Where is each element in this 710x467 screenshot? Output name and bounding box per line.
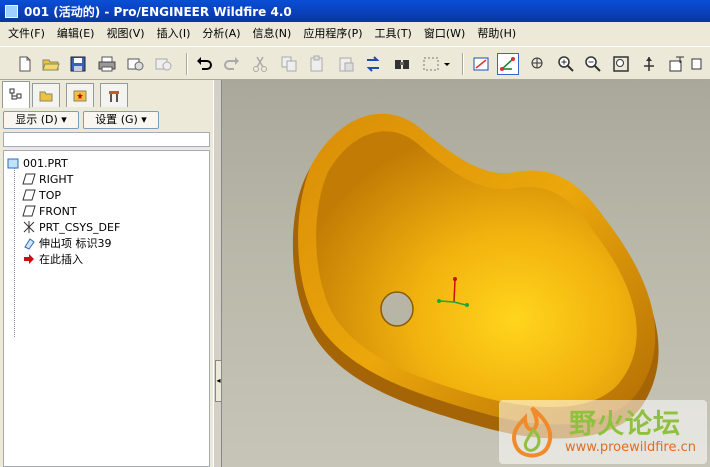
chevron-down-icon[interactable] <box>442 53 452 75</box>
menu-bar: 文件(F) 编辑(E) 视图(V) 插入(I) 分析(A) 信息(N) 应用程序… <box>0 22 710 46</box>
panel-splitter[interactable]: ◂ <box>213 80 222 467</box>
settings-dropdown-button[interactable]: 设置 (G) ▾ <box>83 111 159 129</box>
regenerate-icon[interactable] <box>362 53 384 75</box>
tab-folder-browser[interactable] <box>32 83 60 107</box>
datum-plane-icon <box>22 205 36 217</box>
coordinate-system-icon <box>23 221 35 233</box>
save-icon[interactable] <box>67 53 89 75</box>
menu-info[interactable]: 信息(N) <box>247 22 298 46</box>
menu-tools[interactable]: 工具(T) <box>369 22 418 46</box>
send-link-icon[interactable] <box>152 53 174 75</box>
app-icon <box>5 4 18 18</box>
tree-filter-bar <box>3 132 210 147</box>
datum-plane-icon <box>22 189 36 201</box>
open-folder-icon[interactable] <box>40 53 62 75</box>
model-tree: 001.PRT RIGHT TOP FRONT PRT_CSYS_DEF 伸出项… <box>3 150 210 467</box>
tree-item-right-plane[interactable]: RIGHT <box>22 171 73 187</box>
collapse-grip-icon[interactable]: ◂ <box>215 360 222 402</box>
tab-model-tree[interactable] <box>2 81 30 108</box>
orient-icon[interactable] <box>527 53 549 75</box>
copy-icon[interactable] <box>278 53 300 75</box>
menu-edit[interactable]: 编辑(E) <box>51 22 101 46</box>
title-bar: 001 (活动的) - Pro/ENGINEER Wildfire 4.0 <box>0 0 710 22</box>
settings-button-label: 设置 <box>95 113 118 126</box>
selection-box-icon[interactable] <box>420 53 442 75</box>
cut-icon[interactable] <box>249 53 271 75</box>
tree-item-extrude[interactable]: 伸出项 标识39 <box>22 235 112 251</box>
zoom-out-icon[interactable] <box>582 53 604 75</box>
part-icon <box>7 158 19 169</box>
datum-display-icon[interactable] <box>470 53 492 75</box>
window-title: 001 (活动的) - Pro/ENGINEER Wildfire 4.0 <box>24 4 292 19</box>
paste-icon[interactable] <box>306 53 328 75</box>
menu-file[interactable]: 文件(F) <box>2 22 51 46</box>
paste-special-icon[interactable] <box>335 53 357 75</box>
tab-connections[interactable] <box>100 83 128 107</box>
layers-icon[interactable] <box>690 53 704 75</box>
insert-arrow-icon <box>24 254 34 264</box>
new-file-icon[interactable] <box>14 53 36 75</box>
saved-views-icon[interactable] <box>666 53 688 75</box>
extrude-icon <box>24 238 35 250</box>
tree-item-top-plane[interactable]: TOP <box>22 187 61 203</box>
toolbar <box>0 46 710 80</box>
navigator-tabs <box>0 80 213 108</box>
flame-logo-icon <box>512 406 553 458</box>
redo-icon[interactable] <box>221 53 243 75</box>
tab-favorites[interactable] <box>66 83 94 107</box>
reorient-icon[interactable] <box>638 53 660 75</box>
menu-help[interactable]: 帮助(H) <box>471 22 522 46</box>
send-mail-icon[interactable] <box>124 53 146 75</box>
menu-window[interactable]: 窗口(W) <box>418 22 471 46</box>
show-dropdown-button[interactable]: 显示 (D) ▾ <box>3 111 79 129</box>
tree-item-csys[interactable]: PRT_CSYS_DEF <box>22 219 120 235</box>
graphics-window[interactable]: 野火论坛 www.proewildfire.cn <box>222 80 710 467</box>
drain-hole <box>380 291 414 327</box>
watermark-title: 野火论坛 <box>569 409 681 440</box>
menu-analysis[interactable]: 分析(A) <box>196 22 246 46</box>
show-button-label: 显示 <box>15 113 38 126</box>
watermark-url: www.proewildfire.cn <box>565 440 696 455</box>
tree-item-insert-here[interactable]: 在此插入 <box>22 251 83 267</box>
datum-plane-icon <box>22 173 36 185</box>
undo-icon[interactable] <box>193 53 215 75</box>
navigator-panel: 显示 (D) ▾ 设置 (G) ▾ 001.PRT RIGHT TOP FRON… <box>0 80 213 467</box>
datum-axes-icon[interactable] <box>497 53 519 75</box>
forum-watermark: 野火论坛 www.proewildfire.cn <box>499 400 707 464</box>
refit-icon[interactable] <box>610 53 632 75</box>
find-icon[interactable] <box>391 53 413 75</box>
tree-item-part[interactable]: 001.PRT <box>6 155 68 171</box>
tree-item-front-plane[interactable]: FRONT <box>22 203 77 219</box>
menu-applications[interactable]: 应用程序(P) <box>297 22 368 46</box>
print-icon[interactable] <box>96 53 118 75</box>
zoom-in-icon[interactable] <box>555 53 577 75</box>
menu-insert[interactable]: 插入(I) <box>151 22 197 46</box>
menu-view[interactable]: 视图(V) <box>100 22 150 46</box>
